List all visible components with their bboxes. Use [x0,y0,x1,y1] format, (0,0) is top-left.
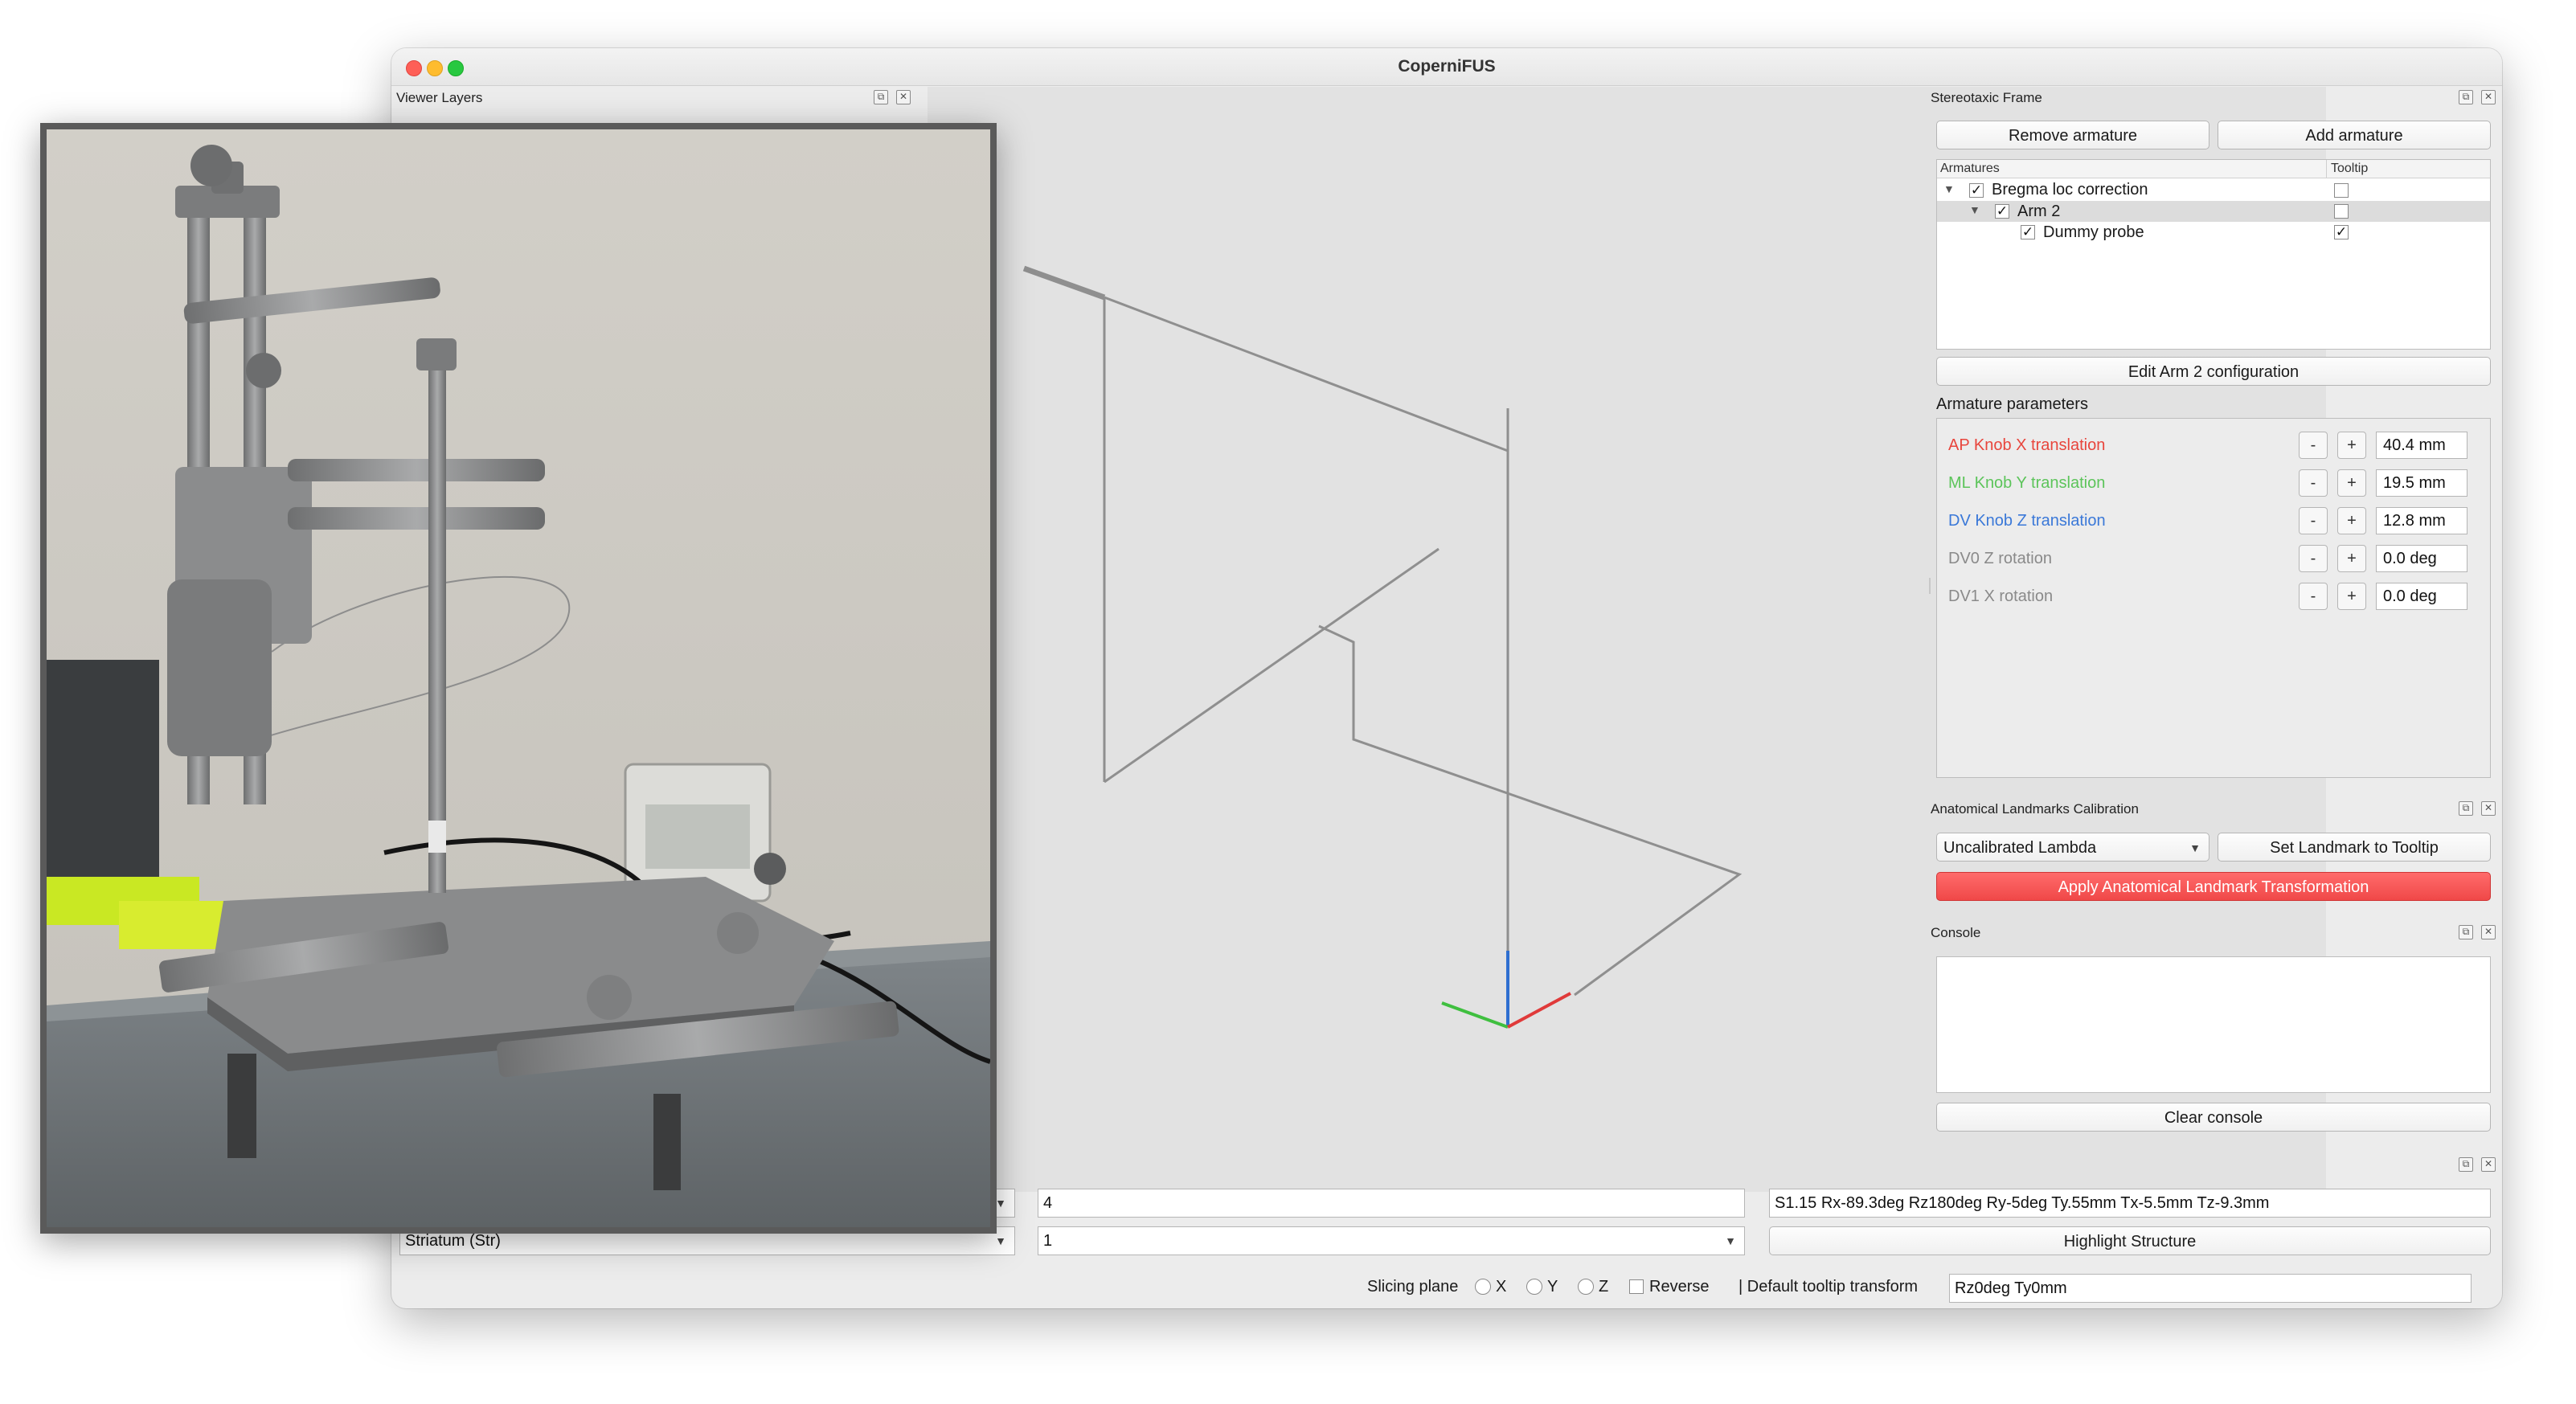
clear-console-button[interactable]: Clear console [1936,1103,2491,1132]
float-dock-icon[interactable]: ⧉ [2459,801,2473,816]
param-dv1-minus-button[interactable]: - [2299,583,2328,610]
axis-y-line [1441,1001,1509,1029]
param-dv1-plus-button[interactable]: + [2337,583,2366,610]
expand-arrow-icon[interactable]: ▼ [1943,182,1955,195]
wireframe-top-bar [1022,265,1106,301]
param-dv-plus-button[interactable]: + [2337,507,2366,534]
armature-tree[interactable]: Armatures Tooltip ▼ ✓ Bregma loc correct… [1936,159,2491,350]
default-tooltip-field[interactable]: Rz0deg Ty0mm [1949,1274,2472,1303]
param-ap-minus-button[interactable]: - [2299,432,2328,459]
close-dock-icon[interactable]: ✕ [896,90,911,104]
tooltip-checkbox[interactable]: ✓ [2334,225,2349,239]
tooltip-checkbox[interactable] [2334,183,2349,198]
structure-select-value: Striatum (Str) [405,1232,501,1250]
reverse-checkbox[interactable] [1629,1279,1644,1294]
close-dock-icon[interactable]: ✕ [2481,1157,2496,1172]
param-ap-value[interactable]: 40.4 mm [2376,432,2467,459]
slicing-plane-label: Slicing plane [1367,1278,1459,1296]
viewer-layers-dock-buttons: ⧉ ✕ [874,90,911,104]
armature-checkbox[interactable]: ✓ [1969,183,1984,198]
chevron-down-icon: ▼ [2189,841,2201,854]
param-dv1-label: DV1 X rotation [1948,587,2054,605]
slice-x-label: X [1496,1278,1507,1296]
axis-x-line [1507,992,1571,1029]
tree-header [1937,160,2490,178]
console-output[interactable] [1936,956,2491,1093]
slice-y-radio[interactable] [1526,1279,1542,1295]
window-title: CoperniFUS [1398,57,1496,76]
armature-parameters-panel: AP Knob X translation - + 40.4 mm ML Kno… [1929,418,2491,778]
landmarks-title: Anatomical Landmarks Calibration [1931,801,2139,817]
param-dv0-plus-button[interactable]: + [2337,545,2366,572]
landmark-select-value: Uncalibrated Lambda [1943,839,2097,857]
param-dv0-label: DV0 Z rotation [1948,550,2052,567]
secondary-select-value: 1 [1043,1232,1053,1250]
bottom-dock-buttons: ⧉ ✕ [2459,1157,2496,1172]
param-ap-plus-button[interactable]: + [2337,432,2366,459]
stereotaxic-frame-title: Stereotaxic Frame [1931,90,2042,105]
float-dock-icon[interactable]: ⧉ [2459,90,2473,104]
armature-checkbox[interactable]: ✓ [1995,204,2009,219]
tree-item-arm2[interactable]: Arm 2 [2017,201,2060,222]
set-landmark-button[interactable]: Set Landmark to Tooltip [2218,833,2491,862]
add-armature-button[interactable]: Add armature [2218,121,2491,149]
param-ap-label: AP Knob X translation [1948,436,2106,454]
title-bar: CoperniFUS [391,48,2502,86]
splitter-handle[interactable] [1929,578,1931,594]
landmark-select[interactable]: Uncalibrated Lambda ▼ [1936,833,2209,862]
expand-arrow-icon[interactable]: ▼ [1969,203,1980,216]
console-dock-buttons: ⧉ ✕ [2459,925,2496,939]
wireframe-lower-arm [1318,624,1743,997]
slice-z-label: Z [1599,1278,1609,1296]
slice-x-radio[interactable] [1475,1279,1491,1295]
tree-item-dummy-probe[interactable]: Dummy probe [2043,222,2144,243]
chevron-down-icon: ▼ [1725,1234,1736,1247]
param-ml-label: ML Knob Y translation [1948,474,2106,492]
armature-checkbox[interactable]: ✓ [2021,225,2035,239]
index-field[interactable]: 4 [1038,1189,1745,1218]
armature-parameters-title: Armature parameters [1936,395,2088,413]
transform-field[interactable]: S1.15 Rx-89.3deg Rz180deg Ry-5deg Ty.55m… [1769,1189,2491,1218]
param-dv0-minus-button[interactable]: - [2299,545,2328,572]
close-dock-icon[interactable]: ✕ [2481,90,2496,104]
apply-landmark-transformation-button[interactable]: Apply Anatomical Landmark Transformation [1936,872,2491,901]
secondary-select[interactable]: 1 ▼ [1038,1226,1745,1255]
highlight-structure-button[interactable]: Highlight Structure [1769,1226,2491,1255]
param-dv0-value[interactable]: 0.0 deg [2376,545,2467,572]
edit-arm-configuration-button[interactable]: Edit Arm 2 configuration [1936,357,2491,386]
tree-item-bregma[interactable]: Bregma loc correction [1992,179,2148,200]
float-dock-icon[interactable]: ⧉ [874,90,888,104]
tree-column-divider [2326,160,2327,178]
chevron-down-icon: ▼ [995,1197,1006,1210]
float-dock-icon[interactable]: ⧉ [2459,1157,2473,1172]
param-dv-label: DV Knob Z translation [1948,512,2106,530]
stereotaxic-frame-photo [40,123,997,1234]
param-dv1-value[interactable]: 0.0 deg [2376,583,2467,610]
stereotaxic-dock-buttons: ⧉ ✕ [2459,90,2496,104]
slice-z-radio[interactable] [1578,1279,1594,1295]
tooltip-checkbox[interactable] [2334,204,2349,219]
close-dock-icon[interactable]: ✕ [2481,925,2496,939]
param-dv-value[interactable]: 12.8 mm [2376,507,2467,534]
param-ml-value[interactable]: 19.5 mm [2376,469,2467,497]
remove-armature-button[interactable]: Remove armature [1936,121,2209,149]
wireframe-arm [1104,547,1440,784]
float-dock-icon[interactable]: ⧉ [2459,925,2473,939]
param-dv-minus-button[interactable]: - [2299,507,2328,534]
landmarks-dock-buttons: ⧉ ✕ [2459,801,2496,816]
tree-column-tooltip: Tooltip [2331,162,2369,175]
param-ml-plus-button[interactable]: + [2337,469,2366,497]
photo-illustration [47,129,990,1227]
viewer-layers-title: Viewer Layers [396,90,483,105]
chevron-down-icon: ▼ [995,1234,1006,1247]
close-dock-icon[interactable]: ✕ [2481,801,2496,816]
console-title: Console [1931,925,1981,940]
default-tooltip-label: | Default tooltip transform [1738,1278,1919,1296]
wireframe-upper-plane [1104,296,1509,453]
param-ml-minus-button[interactable]: - [2299,469,2328,497]
slice-y-label: Y [1547,1278,1558,1296]
tree-column-armatures: Armatures [1940,162,2000,175]
reverse-label: Reverse [1649,1278,1710,1296]
